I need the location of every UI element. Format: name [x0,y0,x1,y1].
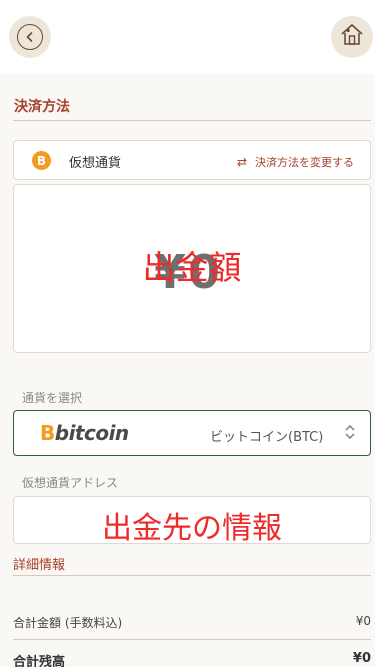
payment-method-row: B 仮想通貨 ⇄ 決済方法を変更する [13,140,371,180]
back-button[interactable] [9,16,51,58]
currency-field-label: 通貨を選択 [22,391,83,405]
total-amount-label: 合計金額 (手数料込) [13,616,123,630]
home-button[interactable] [331,16,373,58]
currency-select[interactable]: Bbitcoin ビットコイン(BTC) [13,410,371,456]
chevron-updown-icon [344,424,356,443]
chevron-left-icon [17,24,43,50]
amount-overlay-label: 出金額 [142,248,242,287]
balance-label: 合計残高 [13,655,66,667]
currency-selected-value: ビットコイン(BTC) [210,430,324,445]
payment-section-title: 決済方法 [14,99,70,115]
details-divider [13,575,371,576]
total-amount-row: 合計金額 (手数料込) ¥0 [13,614,371,631]
details-link[interactable]: 詳細情報 [13,554,65,573]
bitcoin-logo: Bbitcoin [40,421,129,445]
address-field-label: 仮想通貨アドレス [22,476,119,490]
section-divider [13,120,371,121]
withdraw-amount-input[interactable]: ¥0 出金額 [13,184,371,353]
address-overlay-label: 出金先の情報 [102,511,282,546]
crypto-address-input[interactable]: 出金先の情報 [13,496,371,546]
summary-divider [13,639,371,640]
balance-row: 合計残高 ¥0 [13,651,371,667]
swap-icon: ⇄ [236,155,247,169]
change-method-link[interactable]: ⇄ 決済方法を変更する [237,154,354,170]
bitcoin-icon: B [32,151,51,170]
payment-method-label: 仮想通貨 [69,156,122,171]
withdraw-content: 決済方法 B 仮想通貨 ⇄ 決済方法を変更する ¥0 出金額 通貨を選択 Bbi… [0,74,375,667]
change-method-label: 決済方法を変更する [255,156,354,169]
house-icon [339,22,365,52]
top-bar [0,0,375,74]
balance-value: ¥0 [352,651,371,666]
total-amount-value: ¥0 [355,614,371,628]
